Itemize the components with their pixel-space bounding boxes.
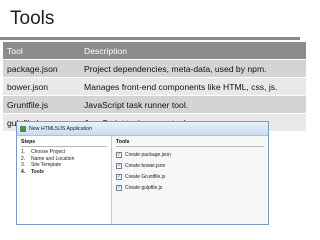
option-label: Create Gruntfile.js	[125, 173, 166, 180]
option-gulpfile-js[interactable]: ✓ Create gulpfile.js	[112, 182, 268, 193]
tools-divider	[116, 146, 264, 147]
cell-description: Manages front-end components like HTML, …	[80, 77, 306, 96]
steps-pane: Steps 1. Choose Project 2. Name and Loca…	[17, 136, 112, 224]
option-label: Create package.json	[125, 151, 171, 158]
tools-pane: Tools ✓ Create package.json ✓ Create bow…	[112, 136, 268, 224]
slide-title: Tools	[10, 8, 55, 29]
app-icon	[20, 125, 26, 132]
step-item: 1. Choose Project	[17, 149, 111, 156]
dialog-titlebar[interactable]: New HTML5/JS Application	[17, 122, 268, 136]
checkbox[interactable]: ✓	[116, 184, 122, 191]
column-header-tool: Tool	[3, 42, 80, 60]
step-number: 3.	[21, 162, 26, 169]
step-number: 4.	[21, 168, 26, 175]
checkbox[interactable]: ✓	[116, 173, 122, 180]
new-project-dialog: New HTML5/JS Application Steps 1. Choose…	[16, 121, 269, 225]
step-item: 3. Site Template	[17, 162, 111, 169]
cell-tool: bower.json	[3, 77, 80, 96]
cell-description: JavaScript task runner tool.	[80, 95, 306, 114]
step-number: 2.	[21, 155, 26, 162]
table-header-row: Tool Description	[3, 42, 306, 60]
tools-header: Tools	[116, 139, 130, 145]
step-label: Name and Location	[31, 155, 75, 162]
option-label: Create bower.json	[125, 162, 166, 169]
cell-tool: Gruntfile.js	[3, 95, 80, 114]
step-number: 1.	[21, 149, 26, 155]
steps-header: Steps	[21, 139, 36, 145]
table-row: Gruntfile.js JavaScript task runner tool…	[3, 95, 306, 114]
steps-divider	[21, 146, 107, 147]
checkbox[interactable]: ✓	[116, 162, 122, 169]
column-header-description: Description	[80, 42, 306, 60]
cell-tool: package.json	[3, 59, 80, 78]
table-row: bower.json Manages front-end components …	[3, 77, 306, 96]
step-item-current: 4. Tools	[17, 169, 111, 176]
title-divider	[0, 37, 300, 40]
option-gruntfile-js[interactable]: ✓ Create Gruntfile.js	[112, 171, 268, 182]
tools-table: Tool Description package.json Project de…	[3, 42, 306, 132]
dialog-title: New HTML5/JS Application	[29, 125, 92, 132]
option-package-json[interactable]: ✓ Create package.json	[112, 149, 268, 160]
step-label: Choose Project	[31, 149, 66, 155]
option-bower-json[interactable]: ✓ Create bower.json	[112, 160, 268, 171]
step-label: Site Template	[31, 162, 62, 169]
option-label: Create gulpfile.js	[125, 184, 163, 191]
table-row: package.json Project dependencies, meta-…	[3, 59, 306, 78]
step-label: Tools	[31, 168, 44, 175]
checkbox[interactable]: ✓	[116, 151, 122, 158]
cell-description: Project dependencies, meta-data, used by…	[80, 59, 306, 78]
step-item: 2. Name and Location	[17, 156, 111, 163]
